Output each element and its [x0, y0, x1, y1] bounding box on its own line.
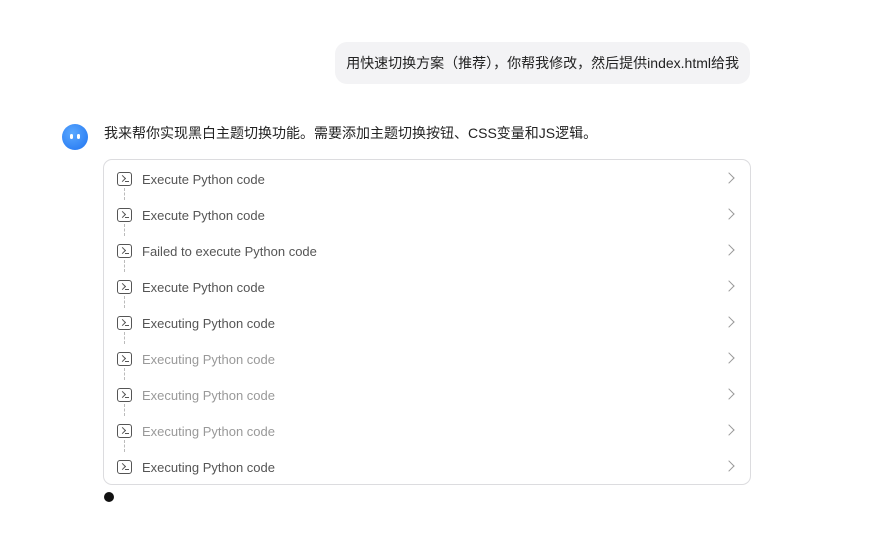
chevron-right-icon[interactable] [723, 424, 735, 436]
tool-step-label: Executing Python code [142, 315, 275, 331]
tool-steps-card: Execute Python code Execute Python code … [103, 159, 751, 485]
chevron-right-icon[interactable] [723, 280, 735, 292]
tool-step-row[interactable]: Failed to execute Python code [104, 233, 750, 272]
terminal-icon [117, 172, 132, 186]
tool-step-label: Execute Python code [142, 207, 265, 223]
terminal-icon [117, 280, 132, 294]
chevron-right-icon[interactable] [723, 172, 735, 184]
tool-step-row[interactable]: Execute Python code [104, 197, 750, 236]
terminal-icon [117, 388, 132, 402]
user-message-bubble: 用快速切换方案（推荐），你帮我修改，然后提供index.html给我 [335, 42, 750, 84]
assistant-reply-text: 我来帮你实现黑白主题切换功能。需要添加主题切换按钮、CSS变量和JS逻辑。 [104, 125, 598, 141]
tool-step-label: Executing Python code [142, 351, 275, 367]
tool-step-row[interactable]: Executing Python code [104, 413, 750, 452]
terminal-icon [117, 244, 132, 258]
tool-step-label: Executing Python code [142, 459, 275, 475]
tool-step-row[interactable]: Executing Python code [104, 305, 750, 344]
tool-step-row[interactable]: Execute Python code [104, 161, 750, 200]
tool-step-label: Executing Python code [142, 423, 275, 439]
chevron-right-icon[interactable] [723, 244, 735, 256]
chevron-right-icon[interactable] [723, 460, 735, 472]
tool-step-label: Failed to execute Python code [142, 243, 317, 259]
terminal-icon [117, 316, 132, 330]
chevron-right-icon[interactable] [723, 352, 735, 364]
chevron-right-icon[interactable] [723, 316, 735, 328]
tool-step-row[interactable]: Executing Python code [104, 341, 750, 380]
terminal-icon [117, 424, 132, 438]
tool-step-label: Execute Python code [142, 279, 265, 295]
chevron-right-icon[interactable] [723, 208, 735, 220]
typing-indicator [104, 492, 114, 502]
tool-step-row[interactable]: Executing Python code [104, 377, 750, 416]
tool-step-label: Executing Python code [142, 387, 275, 403]
terminal-icon [117, 352, 132, 366]
tool-step-row[interactable]: Execute Python code [104, 269, 750, 308]
terminal-icon [117, 208, 132, 222]
terminal-icon [117, 460, 132, 474]
chevron-right-icon[interactable] [723, 388, 735, 400]
tool-step-label: Execute Python code [142, 171, 265, 187]
assistant-avatar-icon [62, 124, 88, 150]
tool-step-row[interactable]: Executing Python code [104, 449, 750, 485]
